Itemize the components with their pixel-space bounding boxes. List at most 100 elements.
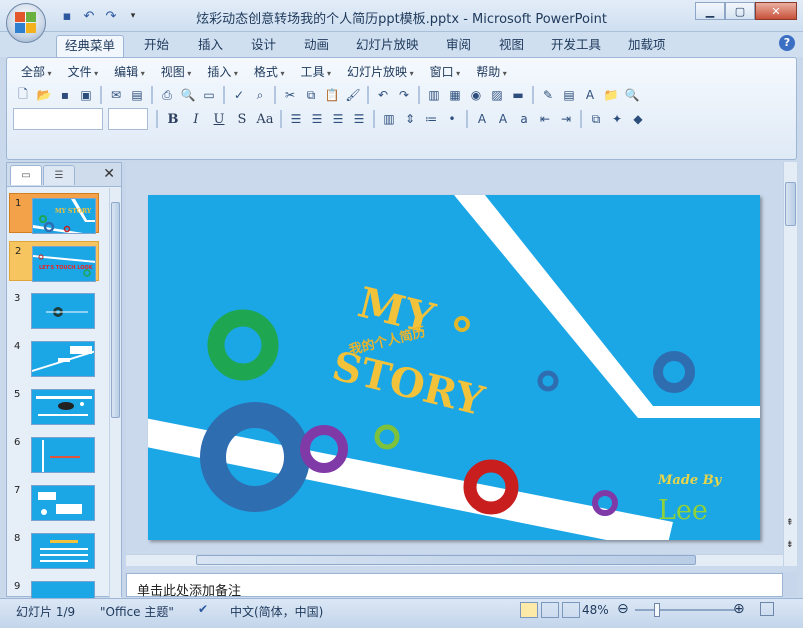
print-preview-icon[interactable]: 🔍 — [178, 85, 198, 105]
tab-animation[interactable]: 动画 — [296, 35, 337, 57]
slide-sorter-button[interactable] — [541, 602, 559, 618]
line-spacing-icon[interactable]: ⇕ — [400, 109, 420, 129]
zoom-slider[interactable] — [635, 603, 735, 617]
slide-thumbnail[interactable]: 3 — [9, 289, 99, 329]
help-icon[interactable]: ? — [779, 35, 795, 51]
justify-icon[interactable]: ☰ — [349, 109, 369, 129]
chart-icon[interactable]: ▥ — [424, 85, 444, 105]
close-panel-icon[interactable]: ✕ — [103, 166, 115, 182]
font-size-combo[interactable] — [108, 108, 148, 130]
font-name-combo[interactable] — [13, 108, 103, 130]
grow-font-icon[interactable]: A — [493, 109, 513, 129]
change-case-button[interactable]: Aa — [254, 109, 276, 129]
align-center-icon[interactable]: ☰ — [307, 109, 327, 129]
menu-slideshow[interactable]: 幻灯片放映 — [339, 64, 422, 80]
menu-tools[interactable]: 工具 — [292, 64, 339, 80]
slide-thumbnail[interactable]: 9 — [9, 577, 99, 598]
scroll-thumb[interactable] — [111, 202, 120, 418]
picture-icon[interactable]: ▨ — [487, 85, 507, 105]
next-slide-icon[interactable]: ⇟ — [786, 540, 794, 550]
menu-insert[interactable]: 插入 — [199, 64, 246, 80]
zoom-icon[interactable]: 🔍 — [622, 85, 642, 105]
bold-button[interactable]: B — [162, 109, 184, 129]
spelling-icon[interactable]: ✓ — [229, 85, 249, 105]
folder-icon[interactable]: 📁 — [601, 85, 621, 105]
menu-help[interactable]: 帮助 — [468, 64, 515, 80]
underline-button[interactable]: U — [208, 109, 230, 129]
tab-insert[interactable]: 插入 — [190, 35, 231, 57]
menu-window[interactable]: 窗口 — [422, 64, 469, 80]
menu-file[interactable]: 文件 — [60, 64, 107, 80]
office-button[interactable] — [6, 3, 46, 43]
slide-thumbnail[interactable]: 6 — [9, 433, 99, 473]
editor-horizontal-scrollbar[interactable] — [126, 554, 783, 566]
fit-to-window-icon[interactable] — [760, 602, 774, 616]
slideshow-button[interactable] — [562, 602, 580, 618]
editor-vertical-scrollbar[interactable]: ⇞ ⇟ — [783, 162, 797, 566]
open-icon[interactable]: 📂 — [34, 85, 54, 105]
tab-developer[interactable]: 开发工具 — [543, 35, 609, 57]
menu-all[interactable]: 全部 — [13, 64, 60, 80]
slide-canvas[interactable]: MY 我的个人简历 STORY Made By Lee — [148, 195, 760, 540]
slides-tab-icon[interactable]: ▭ — [10, 165, 42, 185]
align-left-icon[interactable]: ☰ — [286, 109, 306, 129]
prev-slide-icon[interactable]: ⇞ — [786, 518, 794, 528]
tab-slideshow[interactable]: 幻灯片放映 — [348, 35, 427, 57]
menu-edit[interactable]: 编辑 — [106, 64, 153, 80]
print-icon[interactable]: ⎙ — [157, 85, 177, 105]
shape-fill-icon[interactable]: ◆ — [628, 109, 648, 129]
align-right-icon[interactable]: ☰ — [328, 109, 348, 129]
undo-icon[interactable]: ↶ — [373, 85, 393, 105]
tab-classic-menu[interactable]: 经典菜单 — [56, 35, 125, 57]
tab-design[interactable]: 设计 — [243, 35, 284, 57]
thumbnail-scrollbar[interactable] — [109, 188, 121, 598]
shadow-button[interactable]: S — [231, 109, 253, 129]
decrease-indent-icon[interactable]: ⇤ — [535, 109, 555, 129]
tab-view[interactable]: 视图 — [491, 35, 532, 57]
font-color-icon[interactable]: A — [472, 109, 492, 129]
new-icon[interactable]: 🗋 — [13, 85, 33, 105]
close-button[interactable]: ✕ — [755, 2, 797, 20]
maximize-button[interactable]: ▢ — [725, 2, 755, 20]
slide-thumbnail[interactable]: 4 — [9, 337, 99, 377]
spelling-check-icon[interactable]: ✔ — [198, 602, 208, 616]
tab-home[interactable]: 开始 — [136, 35, 177, 57]
redo-icon[interactable]: ↷ — [394, 85, 414, 105]
language-indicator[interactable]: 中文(简体，中国) — [230, 603, 323, 620]
increase-indent-icon[interactable]: ⇥ — [556, 109, 576, 129]
slide-thumbnail[interactable]: 2 LET'S TOUCH LOOK — [9, 241, 99, 282]
slide-thumbnail[interactable]: 7 — [9, 481, 99, 521]
publish-icon[interactable]: ▤ — [127, 85, 147, 105]
table-icon[interactable]: ▦ — [445, 85, 465, 105]
permission-icon[interactable]: ▣ — [76, 85, 96, 105]
email-icon[interactable]: ✉ — [106, 85, 126, 105]
tab-review[interactable]: 审阅 — [438, 35, 479, 57]
slide-thumbnail[interactable]: 1 MY STORY — [9, 193, 99, 234]
scroll-thumb[interactable] — [785, 182, 796, 226]
zoom-in-icon[interactable]: ⊕ — [733, 601, 745, 617]
clipart-icon[interactable]: ◉ — [466, 85, 486, 105]
scroll-thumb[interactable] — [196, 555, 696, 565]
slide-thumbnail[interactable]: 8 — [9, 529, 99, 569]
notes-pane[interactable]: 单击此处添加备注 — [126, 573, 783, 599]
menu-format[interactable]: 格式 — [246, 64, 293, 80]
shape-icon[interactable]: ▬ — [508, 85, 528, 105]
quick-styles-icon[interactable]: ✦ — [607, 109, 627, 129]
paste-icon[interactable]: 📋 — [322, 85, 342, 105]
numbering-icon[interactable]: ≔ — [421, 109, 441, 129]
slide-layout-icon[interactable]: ▤ — [559, 85, 579, 105]
slide-thumbnail[interactable]: 5 — [9, 385, 99, 425]
textbox-icon[interactable]: A — [580, 85, 600, 105]
zoom-slider-thumb[interactable] — [654, 603, 660, 617]
zoom-out-icon[interactable]: ⊖ — [617, 601, 629, 617]
format-painter-icon[interactable]: 🖌 — [343, 85, 363, 105]
zoom-level[interactable]: 48% — [582, 603, 609, 617]
research-icon[interactable]: ⌕ — [250, 85, 270, 105]
italic-button[interactable]: I — [185, 109, 207, 129]
new-slide-icon[interactable]: ✎ — [538, 85, 558, 105]
page-setup-icon[interactable]: ▭ — [199, 85, 219, 105]
outline-tab-icon[interactable]: ☰ — [43, 165, 75, 185]
tab-addins[interactable]: 加载项 — [620, 35, 674, 57]
columns-icon[interactable]: ▥ — [379, 109, 399, 129]
normal-view-button[interactable] — [520, 602, 538, 618]
